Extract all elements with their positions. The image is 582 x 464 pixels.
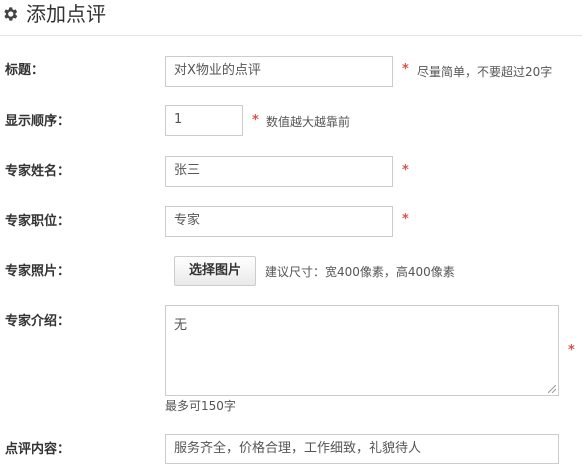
order-input[interactable]: 1 xyxy=(165,105,243,136)
expert-intro-value: 无 xyxy=(174,318,188,333)
photo-size-hint: 建议尺寸：宽400像素，高400像素 xyxy=(265,265,455,279)
title-required-mark: * xyxy=(402,62,409,77)
order-label: 显示顺序： xyxy=(5,114,71,129)
expert-name-label: 专家姓名： xyxy=(5,164,71,179)
expert-intro-textarea[interactable]: 无 xyxy=(165,305,559,396)
expert-photo-label: 专家照片： xyxy=(5,264,71,279)
resize-handle-icon[interactable] xyxy=(548,385,556,393)
title-input[interactable]: 对X物业的点评 xyxy=(165,56,393,87)
page-title: 添加点评 xyxy=(26,2,106,26)
review-content-label: 点评内容： xyxy=(5,442,71,457)
gear-icon xyxy=(4,7,18,21)
expert-position-label: 专家职位： xyxy=(5,214,71,229)
expert-name-input[interactable]: 张三 xyxy=(165,156,393,187)
order-required-mark: * xyxy=(252,113,259,128)
expert-position-input[interactable]: 专家 xyxy=(165,206,393,237)
expert-intro-label: 专家介绍： xyxy=(5,314,71,329)
expert-position-required-mark: * xyxy=(402,212,409,227)
expert-name-required-mark: * xyxy=(402,163,409,178)
choose-image-button[interactable]: 选择图片 xyxy=(174,256,256,286)
expert-intro-required-mark: * xyxy=(568,343,575,358)
intro-limit-hint: 最多可150字 xyxy=(165,399,236,413)
page-header: 添加点评 xyxy=(0,0,582,36)
review-content-textarea[interactable]: 服务齐全，价格合理，工作细致，礼貌待人 xyxy=(165,434,559,464)
title-label: 标题： xyxy=(5,63,45,78)
order-hint: 数值越大越靠前 xyxy=(266,115,351,129)
title-hint: 尽量简单，不要超过20字 xyxy=(417,65,553,79)
